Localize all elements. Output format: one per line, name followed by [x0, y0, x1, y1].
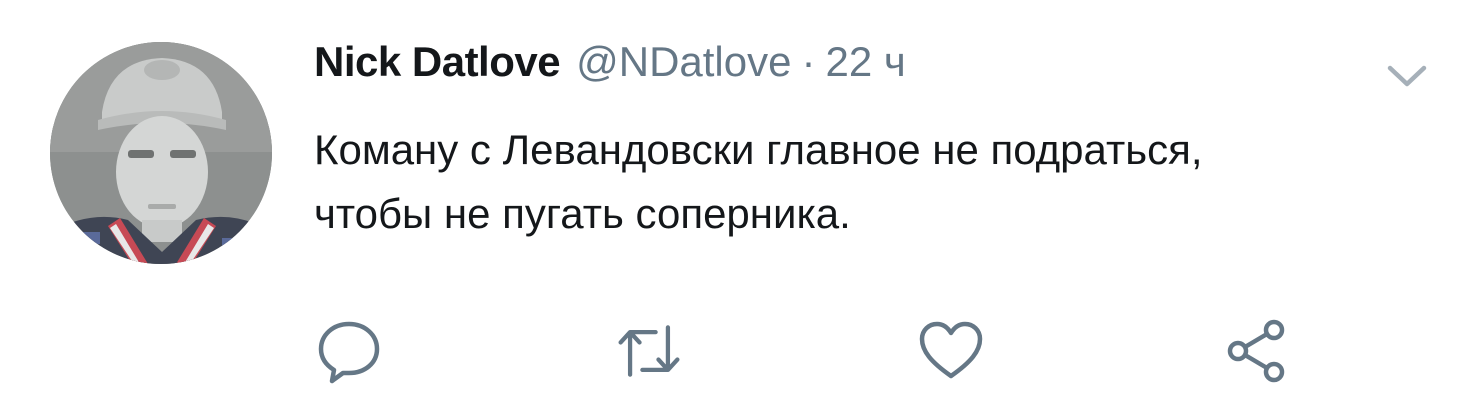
tweet-text: Коману с Левандовски главное не подратьс… — [314, 126, 1203, 237]
user-handle[interactable]: @NDatlove — [576, 38, 791, 86]
chevron-down-icon — [1387, 65, 1427, 87]
heart-icon — [919, 321, 983, 379]
timestamp[interactable]: 22 ч — [825, 38, 905, 86]
tweet-menu-button[interactable] — [1382, 58, 1432, 94]
display-name[interactable]: Nick Datlove — [314, 38, 561, 86]
avatar-photo — [50, 42, 272, 264]
like-button[interactable] — [916, 316, 986, 386]
share-button[interactable] — [1222, 316, 1292, 386]
tweet-header: Nick Datlove @NDatlove · 22 ч — [314, 38, 906, 94]
separator-dot: · — [801, 38, 816, 85]
tweet-card[interactable]: Nick Datlove @NDatlove · 22 ч Коману с Л… — [0, 0, 1460, 413]
share-icon — [1227, 319, 1285, 383]
avatar[interactable] — [50, 42, 272, 264]
retweet-button[interactable] — [614, 316, 684, 386]
retweet-icon — [618, 325, 680, 377]
reply-icon — [318, 321, 380, 384]
reply-button[interactable] — [314, 316, 384, 386]
